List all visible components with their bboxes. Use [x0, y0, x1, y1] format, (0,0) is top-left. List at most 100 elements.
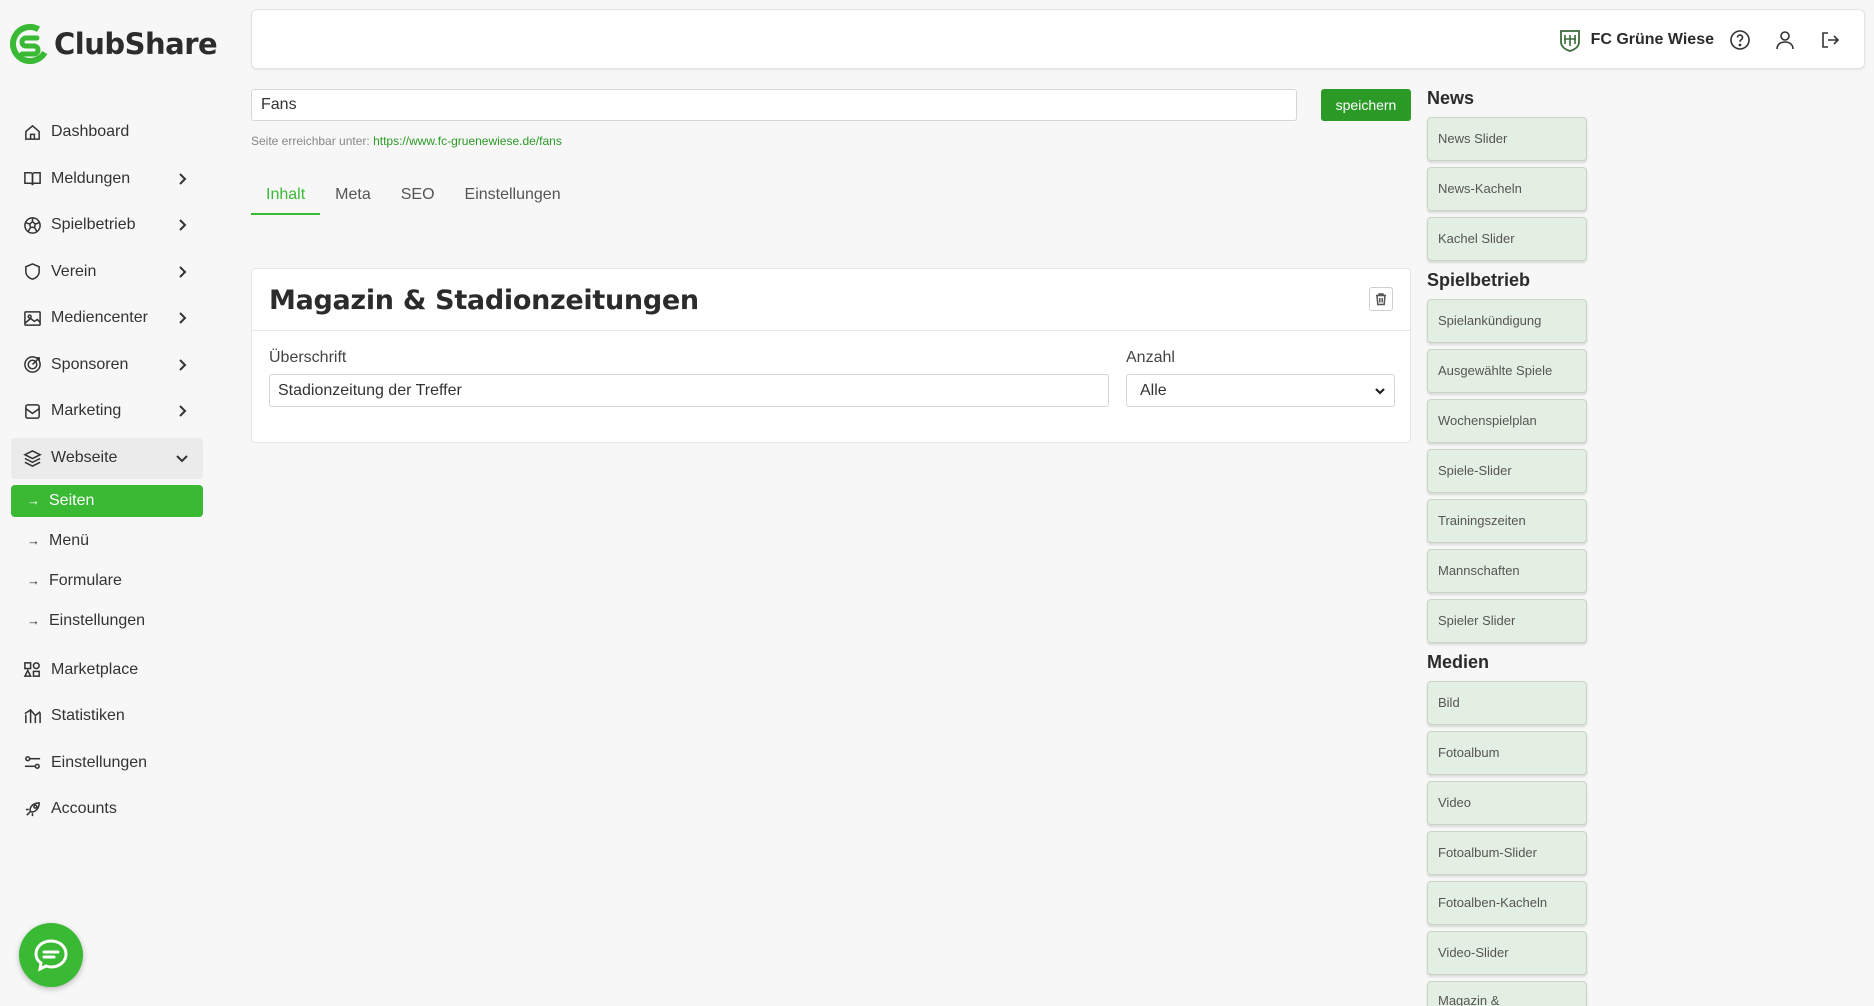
chevron-right-icon	[175, 358, 189, 372]
palette-group-spielbetrieb: Spielbetrieb Spielankündigung Ausgewählt…	[1427, 267, 1597, 643]
page-title-input[interactable]	[251, 89, 1297, 121]
sidebar-item-marketplace[interactable]: Marketplace	[11, 647, 203, 694]
sidebar-item-webseite[interactable]: Webseite	[11, 437, 203, 479]
sidebar-item-label: Sponsoren	[51, 355, 129, 373]
sidebar-item-meldungen[interactable]: Meldungen	[11, 156, 203, 203]
tab-meta[interactable]: Meta	[320, 180, 386, 215]
sidebar-item-accounts[interactable]: Accounts	[11, 786, 203, 833]
arrow-right-icon: →	[27, 493, 40, 508]
chevron-right-icon	[175, 172, 189, 186]
shield-icon	[22, 262, 42, 282]
sidebar-item-label: Dashboard	[51, 123, 130, 141]
sidebar-item-sponsoren[interactable]: Sponsoren	[11, 342, 203, 389]
trash-icon	[1376, 293, 1386, 306]
sliders-icon	[22, 753, 42, 773]
palette-item-wochenspielplan[interactable]: Wochenspielplan	[1427, 399, 1587, 443]
target-icon	[22, 355, 42, 375]
palette-item-fotoalbum[interactable]: Fotoalbum	[1427, 731, 1587, 775]
palette-item-mannschaften[interactable]: Mannschaften	[1427, 549, 1587, 593]
top-bar: FC Grüne Wiese	[251, 9, 1865, 69]
book-icon	[22, 169, 42, 189]
tab-einstellungen[interactable]: Einstellungen	[450, 180, 576, 215]
sidebar-item-mediencenter[interactable]: Mediencenter	[11, 295, 203, 342]
save-button[interactable]: speichern	[1321, 89, 1411, 121]
user-icon[interactable]	[1774, 29, 1796, 51]
chevron-right-icon	[175, 218, 189, 232]
palette-item-news-kacheln[interactable]: News-Kacheln	[1427, 167, 1587, 211]
tab-seo[interactable]: SEO	[386, 180, 450, 215]
chevron-down-icon	[1373, 384, 1387, 398]
palette-item-bild[interactable]: Bild	[1427, 681, 1587, 725]
palette-item-video-slider[interactable]: Video-Slider	[1427, 931, 1587, 975]
palette-item-news-slider[interactable]: News Slider	[1427, 117, 1587, 161]
sidebar-item-label: Einstellungen	[51, 753, 148, 771]
mail-icon	[22, 401, 42, 421]
heading-field[interactable]	[269, 374, 1109, 407]
chat-icon	[34, 939, 68, 972]
palette-heading: Spielbetrieb	[1427, 270, 1531, 290]
palette-item-fotoalbum-slider[interactable]: Fotoalbum-Slider	[1427, 831, 1587, 875]
palette-item-spieler-slider[interactable]: Spieler Slider	[1427, 599, 1587, 643]
count-select-value: Alle	[1140, 381, 1167, 399]
sidebar-item-marketing[interactable]: Marketing	[11, 388, 203, 435]
tab-inhalt[interactable]: Inhalt	[251, 180, 321, 215]
app-logo[interactable]: ClubShare	[10, 24, 218, 64]
sidebar-subitem-label: Seiten	[49, 491, 95, 509]
page-url-line: Seite erreichbar unter: https://www.fc-g…	[251, 134, 562, 148]
soccer-ball-icon	[22, 215, 42, 235]
sidebar-item-spielbetrieb[interactable]: Spielbetrieb	[11, 202, 203, 249]
sidebar-subitem-label: Formulare	[49, 571, 122, 589]
editor-tabs: Inhalt Meta SEO Einstellungen	[251, 180, 576, 215]
sidebar-subitem-menue[interactable]: → Menü	[11, 521, 203, 561]
palette-group-news: News News Slider News-Kacheln Kachel Sli…	[1427, 85, 1597, 261]
sidebar-item-verein[interactable]: Verein	[11, 249, 203, 296]
palette-item-spielankuendigung[interactable]: Spielankündigung	[1427, 299, 1587, 343]
club-name: FC Grüne Wiese	[1590, 31, 1714, 48]
sidebar-subitem-formulare[interactable]: → Formulare	[11, 561, 203, 601]
chat-button[interactable]	[19, 923, 83, 987]
page-url-prefix: Seite erreichbar unter:	[251, 134, 370, 148]
home-icon	[22, 122, 42, 142]
club-switcher[interactable]: FC Grüne Wiese	[1559, 28, 1714, 52]
club-crest-icon	[1559, 30, 1580, 52]
sidebar-item-einstellungen[interactable]: Einstellungen	[11, 740, 203, 787]
content-block-header: Magazin & Stadionzeitungen	[252, 269, 1410, 331]
sidebar: ClubShare Dashboard Meldungen Spielbetri…	[0, 0, 218, 1006]
palette-item-spiele-slider[interactable]: Spiele-Slider	[1427, 449, 1587, 493]
sidebar-subitem-label: Menü	[49, 531, 90, 549]
palette-item-ausgewaehlte-spiele[interactable]: Ausgewählte Spiele	[1427, 349, 1587, 393]
sidebar-item-label: Marketing	[51, 402, 122, 420]
sidebar-item-label: Meldungen	[51, 169, 131, 187]
content-block-title: Magazin & Stadionzeitungen	[269, 285, 699, 316]
palette-item-trainingszeiten[interactable]: Trainingszeiten	[1427, 499, 1587, 543]
sidebar-subitem-seiten[interactable]: → Seiten	[11, 484, 203, 517]
palette-item-fotoalben-kacheln[interactable]: Fotoalben-Kacheln	[1427, 881, 1587, 925]
sidebar-item-statistiken[interactable]: Statistiken	[11, 693, 203, 740]
sidebar-subitem-einstellungen[interactable]: → Einstellungen	[11, 601, 203, 641]
palette-item-magazin-stadionzeitungen[interactable]: Magazin & Stadionzeitungen	[1427, 981, 1587, 1006]
palette-item-kachel-slider[interactable]: Kachel Slider	[1427, 217, 1587, 261]
sidebar-item-label: Marketplace	[51, 660, 139, 678]
count-select[interactable]: Alle	[1126, 374, 1395, 407]
palette-heading: Medien	[1427, 652, 1490, 672]
rocket-icon	[22, 799, 42, 819]
sidebar-item-label: Webseite	[51, 449, 118, 466]
sidebar-subitem-label: Einstellungen	[49, 611, 146, 629]
sidebar-item-dashboard[interactable]: Dashboard	[11, 109, 203, 156]
clubshare-logo-icon	[10, 24, 50, 64]
logout-icon[interactable]	[1819, 29, 1841, 51]
arrow-right-icon: →	[27, 613, 40, 628]
content-block-card: Magazin & Stadionzeitungen Überschrift A…	[251, 268, 1411, 443]
image-icon	[22, 308, 42, 328]
page-url-link[interactable]: https://www.fc-gruenewiese.de/fans	[373, 134, 562, 148]
chevron-right-icon	[175, 311, 189, 325]
layers-icon	[22, 448, 42, 468]
palette-item-video[interactable]: Video	[1427, 781, 1587, 825]
help-icon[interactable]	[1729, 29, 1751, 51]
arrow-right-icon: →	[27, 533, 40, 548]
palette-heading: News	[1427, 88, 1475, 108]
palette-group-medien: Medien Bild Fotoalbum Video Fotoalbum-Sl…	[1427, 649, 1597, 1006]
arrow-right-icon: →	[27, 573, 40, 588]
delete-block-button[interactable]	[1369, 287, 1393, 311]
widget-palette: News News Slider News-Kacheln Kachel Sli…	[1427, 85, 1597, 1006]
